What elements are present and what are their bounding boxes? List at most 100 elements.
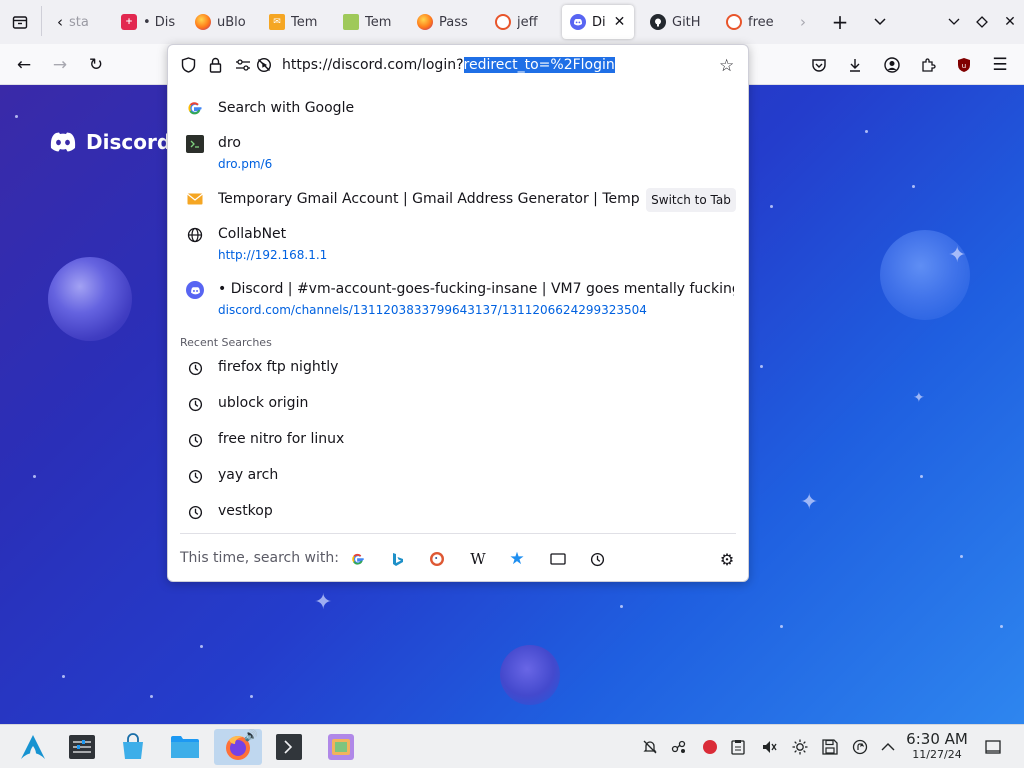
bookmark-button[interactable]: ☆ — [719, 56, 734, 76]
recent-search-text: vestkop — [218, 503, 273, 519]
disks-button[interactable] — [820, 737, 840, 757]
forward-button[interactable]: → — [47, 52, 73, 78]
tab-password[interactable]: Pass — [409, 5, 479, 39]
search-with-google-row[interactable]: Search with Google — [168, 97, 748, 123]
tab-label: Tem — [291, 14, 318, 30]
tab-discord-active[interactable]: Di ✕ — [562, 5, 634, 39]
record-icon — [703, 740, 717, 754]
recording-button[interactable] — [700, 737, 720, 757]
recent-search-row[interactable]: yay arch — [168, 465, 748, 487]
tab-scroll-back[interactable]: ‹ sta — [49, 5, 109, 39]
recent-search-text: free nitro for linux — [218, 431, 345, 447]
show-desktop-button[interactable] — [983, 737, 1003, 757]
star-decoration — [760, 365, 763, 368]
recent-search-row[interactable]: vestkop — [168, 501, 748, 523]
tab-jeff[interactable]: jeff — [487, 5, 555, 39]
kde-connect-icon — [671, 740, 686, 753]
pocket-button[interactable] — [806, 52, 832, 78]
sparkle-decoration: ✦ — [913, 390, 925, 406]
show-hidden-icons-button[interactable] — [878, 737, 898, 757]
volume-button[interactable] — [759, 737, 779, 757]
reload-button[interactable]: ↻ — [83, 52, 109, 78]
clock-icon — [186, 431, 204, 449]
brightness-button[interactable] — [790, 737, 810, 757]
gear-icon: ⚙ — [719, 549, 735, 569]
minimize-button[interactable] — [940, 8, 968, 36]
system-settings-app[interactable] — [63, 729, 101, 765]
close-icon[interactable]: ✕ — [614, 14, 626, 30]
vm-app[interactable] — [322, 729, 360, 765]
clock[interactable]: 6:30 AM 11/27/24 — [904, 731, 970, 762]
file-manager-app[interactable] — [166, 729, 204, 765]
discord-wordmark: Discord — [86, 130, 172, 154]
result-url: http://192.168.1.1 — [218, 248, 328, 262]
tab-free[interactable]: free — [718, 5, 786, 39]
discord-favicon — [570, 14, 586, 30]
tab-github[interactable]: GitH — [642, 5, 714, 39]
url-result-row[interactable]: • Discord | #vm-account-goes-fucking-ins… — [168, 279, 748, 321]
tracking-protection-button[interactable] — [179, 56, 197, 74]
tabs-search-button[interactable] — [549, 550, 567, 568]
ublock-origin-button[interactable]: u — [951, 52, 977, 78]
duckduckgo-engine-button[interactable] — [428, 550, 446, 568]
recent-search-row[interactable]: free nitro for linux — [168, 429, 748, 451]
list-all-tabs-button[interactable] — [866, 8, 894, 36]
address-bar[interactable]: https://discord.com/login?redirect_to=%2… — [168, 45, 748, 86]
back-button[interactable]: ← — [11, 52, 37, 78]
wikipedia-engine-button[interactable]: W — [469, 550, 487, 568]
maximize-button[interactable] — [968, 8, 996, 36]
site-info-button[interactable] — [206, 56, 224, 74]
application-launcher[interactable] — [14, 729, 52, 765]
tab-label: GitH — [672, 14, 701, 30]
duckduckgo-favicon — [495, 14, 511, 30]
permissions-button[interactable] — [234, 56, 252, 74]
url-result-row[interactable]: CollabNet http://192.168.1.1 — [168, 224, 748, 266]
tab-label: Pass — [439, 14, 468, 30]
bing-engine-button[interactable] — [389, 550, 407, 568]
star-decoration — [250, 695, 253, 698]
tab-discord-1[interactable]: + • Dis — [113, 5, 183, 39]
tab-label: Di — [592, 14, 606, 30]
clock-date: 11/27/24 — [912, 748, 962, 761]
clipboard-button[interactable] — [728, 737, 748, 757]
autoplay-blocked-button[interactable] — [255, 56, 273, 74]
connect-tray-button[interactable] — [669, 737, 689, 757]
switch-to-tab-button[interactable]: Switch to Tab — [646, 188, 736, 212]
firefox-app[interactable]: 🔊 — [214, 729, 262, 765]
clock-icon — [186, 395, 204, 413]
account-button[interactable] — [879, 52, 905, 78]
downloads-button[interactable] — [842, 52, 868, 78]
arch-linux-icon — [21, 735, 45, 759]
notifications-button[interactable] — [640, 737, 660, 757]
google-engine-button[interactable] — [349, 550, 367, 568]
terminal-app[interactable] — [270, 729, 308, 765]
star-decoration — [1000, 625, 1003, 628]
history-search-button[interactable] — [588, 550, 606, 568]
firefox-view-button[interactable] — [6, 8, 34, 36]
account-icon — [884, 57, 900, 73]
tab-temp-mail-1[interactable]: ✉ Tem — [261, 5, 329, 39]
new-tab-button[interactable]: + — [826, 8, 854, 36]
taskbar: 🔊 6:30 AM 11/27/24 — [0, 724, 1024, 768]
extensions-button[interactable] — [915, 52, 941, 78]
recent-search-row[interactable]: ublock origin — [168, 393, 748, 415]
bookmarks-search-button[interactable]: ★ — [508, 549, 526, 569]
tab-ublock[interactable]: uBlo — [187, 5, 255, 39]
brightness-icon — [792, 739, 808, 755]
search-settings-button[interactable]: ⚙ — [718, 549, 736, 569]
sliders-icon — [236, 59, 250, 71]
close-window-button[interactable]: ✕ — [996, 8, 1024, 36]
app-menu-button[interactable]: ☰ — [987, 52, 1013, 78]
tab-temp-mail-2[interactable]: Tem — [335, 5, 403, 39]
url-field[interactable]: https://discord.com/login?redirect_to=%2… — [282, 56, 615, 74]
result-title: dro — [218, 135, 241, 151]
url-result-row[interactable]: dro dro.pm/6 — [168, 133, 748, 175]
recent-search-text: yay arch — [218, 467, 279, 483]
updates-button[interactable] — [850, 737, 870, 757]
scroll-tabs-right-button[interactable]: › — [789, 8, 817, 36]
url-selected-text: redirect_to=%2Flogin — [463, 57, 615, 73]
recent-search-row[interactable]: firefox ftp nightly — [168, 357, 748, 379]
tab-label: • Dis — [143, 14, 175, 30]
discover-store-app[interactable] — [114, 729, 152, 765]
bell-muted-icon — [643, 740, 657, 754]
